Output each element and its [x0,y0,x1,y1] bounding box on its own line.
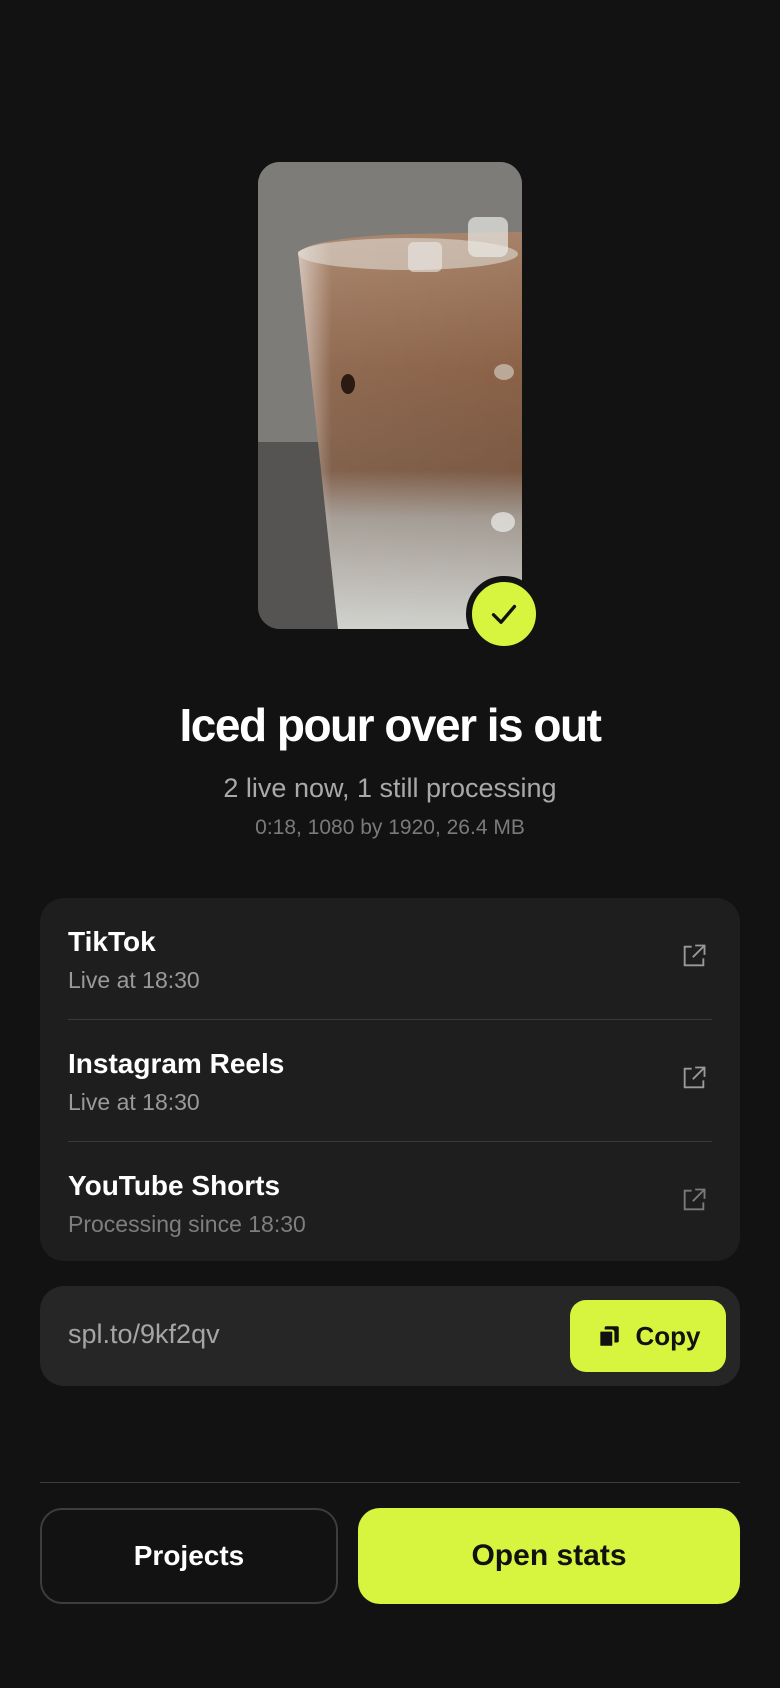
external-link-icon[interactable] [680,942,708,970]
copy-link-button[interactable]: Copy [570,1300,726,1372]
platform-row-instagram-reels[interactable]: Instagram Reels Live at 18:30 [68,1020,712,1142]
video-metadata: 0:18, 1080 by 1920, 26.4 MB [255,816,525,839]
external-link-icon[interactable] [680,1186,708,1214]
iced-coffee-image [258,162,522,629]
platform-name: YouTube Shorts [68,1170,281,1201]
share-link-text[interactable]: spl.to/9kf2qv [68,1319,220,1350]
check-icon [491,604,517,624]
publish-summary: 2 live now, 1 still processing [223,773,557,803]
platform-row-youtube-shorts[interactable]: YouTube Shorts Processing since 18:30 [68,1142,712,1264]
platform-row-tiktok[interactable]: TikTok Live at 18:30 [68,898,712,1020]
divider [40,1482,740,1483]
publish-success-screen: Iced pour over is out 2 live now, 1 stil… [0,0,780,1688]
projects-button[interactable]: Projects [40,1508,338,1604]
published-badge [466,576,542,652]
copy-icon [597,1326,619,1348]
platform-status: Live at 18:30 [68,1089,200,1115]
open-stats-button[interactable]: Open stats [358,1508,740,1604]
platform-status: Live at 18:30 [68,967,200,993]
page-title: Iced pour over is out [179,699,602,751]
share-link-field: spl.to/9kf2qv Copy [40,1286,740,1386]
copy-button-label: Copy [635,1320,701,1351]
video-thumbnail-container [258,162,542,652]
external-link-icon[interactable] [680,1064,708,1092]
video-thumbnail[interactable] [258,162,522,629]
platform-status: Processing since 18:30 [68,1211,306,1237]
platform-list: TikTok Live at 18:30 Instagram Reels Liv… [40,898,740,1261]
platform-name: Instagram Reels [68,1048,285,1079]
platform-name: TikTok [68,926,156,957]
